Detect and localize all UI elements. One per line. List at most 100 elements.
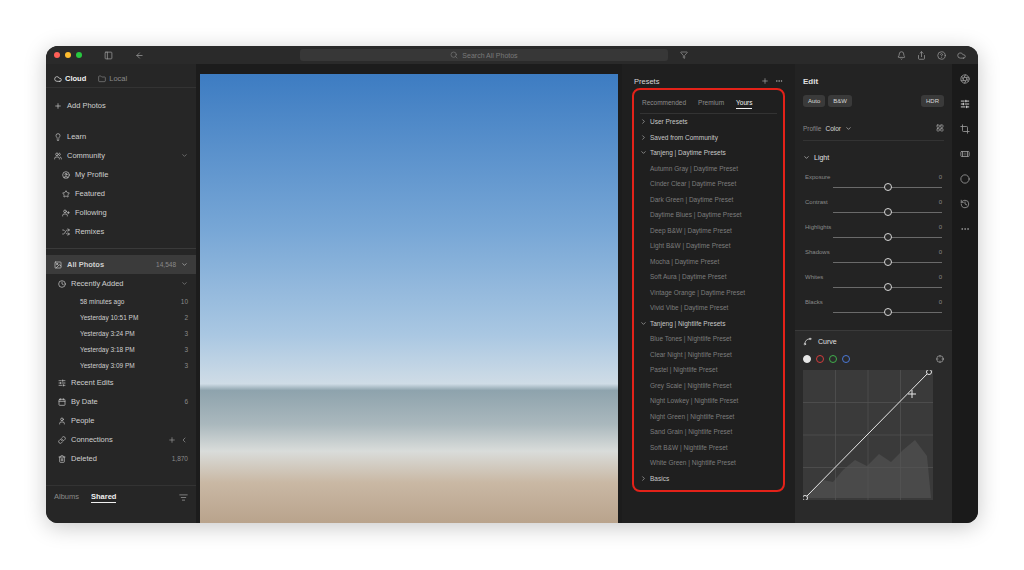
history-icon[interactable] xyxy=(960,199,970,209)
cloud-sync-icon[interactable] xyxy=(957,51,966,60)
slider-track[interactable] xyxy=(833,308,942,317)
filter-icon[interactable] xyxy=(680,51,688,59)
bell-icon[interactable] xyxy=(897,51,906,60)
recent-import-item[interactable]: 58 minutes ago10 xyxy=(46,293,196,309)
preset-item[interactable]: Vintage Orange | Daytime Preset xyxy=(640,285,777,301)
healing-icon[interactable] xyxy=(960,149,970,159)
hdr-button[interactable]: HDR xyxy=(921,95,944,107)
chevron-down-icon[interactable] xyxy=(181,152,188,159)
sidebar-tab[interactable]: Cloud xyxy=(54,74,86,83)
curve-point[interactable] xyxy=(803,496,808,501)
profile-row[interactable]: ProfileColor xyxy=(803,124,944,141)
presets-tool-icon[interactable] xyxy=(960,74,970,84)
sidebar-item[interactable]: Featured xyxy=(46,184,196,203)
preset-item[interactable]: Night Green | Nightlife Preset xyxy=(640,409,777,425)
preset-item[interactable]: Soft Aura | Daytime Preset xyxy=(640,269,777,285)
more-icon[interactable] xyxy=(775,77,783,85)
sidebar-item[interactable]: Deleted1,870 xyxy=(46,449,196,468)
slider-track[interactable] xyxy=(833,208,942,217)
preset-item[interactable]: Deep B&W | Daytime Preset xyxy=(640,223,777,239)
preset-group-header[interactable]: Tanjeng | Nightlife Presets xyxy=(640,316,777,332)
profile-browser-icon[interactable] xyxy=(936,124,944,132)
chevron-down-icon[interactable] xyxy=(803,154,810,161)
sort-icon[interactable] xyxy=(179,493,188,502)
zoom-button[interactable] xyxy=(76,52,82,58)
recent-import-item[interactable]: Yesterday 10:51 PM2 xyxy=(46,309,196,325)
slider-track[interactable] xyxy=(833,283,942,292)
preset-group-header[interactable]: User Presets xyxy=(640,114,777,130)
tone-curve-graph[interactable] xyxy=(803,370,933,500)
add-photos-button[interactable]: Add Photos xyxy=(46,96,196,115)
back-arrow-icon[interactable] xyxy=(135,51,144,60)
preset-tab[interactable]: Yours xyxy=(736,96,752,109)
chevron-down-icon[interactable] xyxy=(640,320,647,327)
slider-knob[interactable] xyxy=(884,258,892,266)
preset-group-header[interactable]: Tanjeng | Daytime Presets xyxy=(640,145,777,161)
chevron-right-icon[interactable] xyxy=(640,134,647,141)
preset-tab[interactable]: Recommended xyxy=(642,96,686,109)
sidebar-toggle-icon[interactable] xyxy=(104,51,113,60)
channel-dot[interactable] xyxy=(829,355,837,363)
more-icon[interactable] xyxy=(960,224,970,234)
target-adjust-icon[interactable] xyxy=(936,355,944,363)
minimize-button[interactable] xyxy=(65,52,71,58)
slider-track[interactable] xyxy=(833,183,942,192)
preset-item[interactable]: Cinder Clear | Daytime Preset xyxy=(640,176,777,192)
edit-button[interactable]: B&W xyxy=(828,95,852,107)
preset-item[interactable]: Mocha | Daytime Preset xyxy=(640,254,777,270)
preset-item[interactable]: Pastel | Nightlife Preset xyxy=(640,362,777,378)
help-icon[interactable] xyxy=(937,51,946,60)
bottom-tab[interactable]: Shared xyxy=(91,492,116,503)
curve-point[interactable] xyxy=(927,370,932,375)
preset-item[interactable]: Autumn Gray | Daytime Preset xyxy=(640,161,777,177)
preset-group-header[interactable]: Basics xyxy=(640,471,777,487)
curve-header[interactable]: Curve xyxy=(803,334,944,348)
sidebar-item[interactable]: By Date6 xyxy=(46,392,196,411)
sidebar-item[interactable]: Recent Edits xyxy=(46,373,196,392)
sidebar-item[interactable]: Following xyxy=(46,203,196,222)
slider-knob[interactable] xyxy=(884,233,892,241)
preset-item[interactable]: White Green | Nightlife Preset xyxy=(640,455,777,471)
sidebar-item[interactable]: Remixes xyxy=(46,222,196,241)
plus-icon[interactable] xyxy=(168,436,176,444)
recent-import-item[interactable]: Yesterday 3:18 PM3 xyxy=(46,341,196,357)
bottom-tab[interactable]: Albums xyxy=(54,492,79,503)
chevron-down-icon[interactable] xyxy=(640,149,647,156)
sidebar-tab[interactable]: Local xyxy=(98,74,127,83)
preset-group-header[interactable]: Saved from Community xyxy=(640,130,777,146)
close-button[interactable] xyxy=(54,52,60,58)
sidebar-item[interactable]: Learn xyxy=(46,127,196,146)
chevron-down-icon[interactable] xyxy=(181,280,188,287)
preset-tab[interactable]: Premium xyxy=(698,96,724,109)
preset-item[interactable]: Vivid Vibe | Daytime Preset xyxy=(640,300,777,316)
slider-knob[interactable] xyxy=(884,183,892,191)
channel-dot[interactable] xyxy=(842,355,850,363)
sidebar-item[interactable]: Connections xyxy=(46,430,196,449)
preset-item[interactable]: Clear Night | Nightlife Preset xyxy=(640,347,777,363)
chevron-down-icon[interactable] xyxy=(845,125,852,132)
sidebar-section[interactable]: Community xyxy=(46,146,196,165)
chevron-down-icon[interactable] xyxy=(181,261,188,268)
slider-value[interactable]: 0 xyxy=(939,299,942,308)
slider-value[interactable]: 0 xyxy=(939,174,942,183)
slider-value[interactable]: 0 xyxy=(939,249,942,258)
plus-icon[interactable] xyxy=(761,77,769,85)
edit-button[interactable]: Auto xyxy=(803,95,825,107)
masking-icon[interactable] xyxy=(960,174,970,184)
preset-item[interactable]: Dark Green | Daytime Preset xyxy=(640,192,777,208)
search-field[interactable]: Search All Photos xyxy=(300,49,668,61)
edit-tool-icon[interactable] xyxy=(960,99,970,109)
preset-item[interactable]: Blue Tones | Nightlife Preset xyxy=(640,331,777,347)
sidebar-item[interactable]: People xyxy=(46,411,196,430)
recent-import-item[interactable]: Yesterday 3:09 PM3 xyxy=(46,357,196,373)
channel-dot[interactable] xyxy=(803,355,811,363)
preset-item[interactable]: Night Lowkey | Nightlife Preset xyxy=(640,393,777,409)
slider-value[interactable]: 0 xyxy=(939,224,942,233)
slider-value[interactable]: 0 xyxy=(939,274,942,283)
all-photos-item[interactable]: All Photos14,548 xyxy=(46,255,196,274)
light-section-header[interactable]: Light xyxy=(803,150,944,164)
slider-track[interactable] xyxy=(833,233,942,242)
preset-item[interactable]: Soft B&W | Nightlife Preset xyxy=(640,440,777,456)
crop-icon[interactable] xyxy=(960,124,970,134)
chevron-left-icon[interactable] xyxy=(180,436,188,444)
